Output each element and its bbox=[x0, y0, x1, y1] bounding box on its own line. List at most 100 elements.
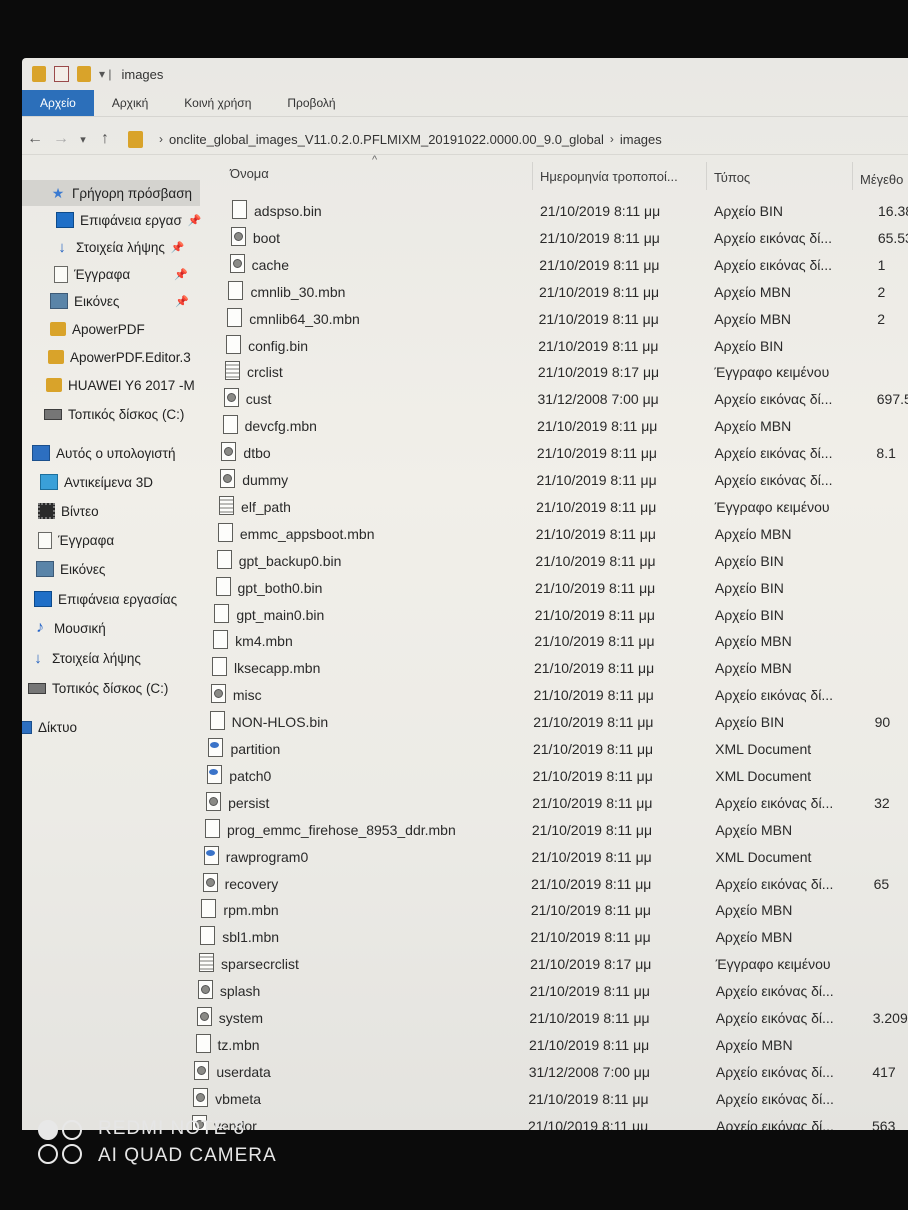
breadcrumb-parent[interactable]: onclite_global_images_V11.0.2.0.PFLMIXM_… bbox=[169, 132, 604, 147]
file-row[interactable]: cmnlib64_30.mbn 21/10/2019 8:11 μμ Αρχείο … bbox=[22, 307, 908, 332]
file-date: 21/10/2019 8:11 μμ bbox=[534, 633, 655, 650]
breadcrumb-current[interactable]: images bbox=[620, 132, 662, 147]
sort-ascending-icon: ^ bbox=[372, 154, 378, 166]
file-date: 21/10/2019 8:11 μμ bbox=[537, 418, 658, 435]
file-name: vbmeta bbox=[215, 1090, 262, 1107]
file-row[interactable]: rawprogram0 21/10/2019 8:11 μμ XML Documen… bbox=[22, 845, 908, 870]
disk-image-icon bbox=[196, 1007, 212, 1026]
file-type: Αρχείο εικόνας δί... bbox=[715, 1063, 834, 1080]
xml-file-icon bbox=[208, 738, 224, 757]
column-header-size[interactable]: Μέγεθο bbox=[860, 172, 903, 187]
file-row[interactable]: lksecapp.mbn 21/10/2019 8:11 μμ Αρχείο MBN bbox=[22, 657, 908, 681]
xml-file-icon bbox=[203, 845, 219, 865]
file-date: 21/10/2019 8:11 μμ bbox=[533, 714, 654, 731]
file-type: Έγγραφο κειμένου bbox=[714, 498, 830, 515]
file-row[interactable]: misc 21/10/2019 8:11 μμ Αρχείο εικόνας δί.… bbox=[22, 684, 908, 708]
text-file-icon bbox=[199, 953, 215, 973]
explorer-window: ▾ | images Αρχείο Αρχική Κοινή χρήση Προ… bbox=[22, 58, 908, 1130]
file-date: 21/10/2019 8:11 μμ bbox=[529, 1036, 650, 1053]
file-name: lksecapp.mbn bbox=[234, 660, 321, 677]
file-row[interactable]: cache 21/10/2019 8:11 μμ Αρχείο εικόνας δί… bbox=[22, 253, 908, 278]
tab-home[interactable]: Αρχική bbox=[94, 90, 166, 116]
file-row[interactable]: vbmeta 21/10/2019 8:11 μμ Αρχείο εικόνας δ… bbox=[22, 1087, 908, 1112]
xml-file-icon bbox=[207, 764, 223, 784]
file-row[interactable]: config.bin 21/10/2019 8:11 μμ Αρχείο BIN bbox=[22, 334, 908, 359]
file-row[interactable]: persist 21/10/2019 8:11 μμ Αρχείο εικόνας … bbox=[22, 791, 908, 816]
file-row[interactable]: splash 21/10/2019 8:11 μμ Αρχείο εικόνας δ… bbox=[22, 980, 908, 1004]
file-row[interactable]: NON-HLOS.bin 21/10/2019 8:11 μμ Αρχείο BIN… bbox=[22, 711, 908, 735]
file-size: 563 bbox=[872, 1117, 896, 1130]
file-date: 21/10/2019 8:11 μμ bbox=[538, 310, 659, 327]
tab-share[interactable]: Κοινή χρήση bbox=[166, 90, 269, 116]
properties-icon[interactable] bbox=[54, 66, 69, 82]
file-row[interactable]: elf_path 21/10/2019 8:11 μμ Έγγραφο κειμέν… bbox=[22, 495, 908, 520]
file-icon bbox=[217, 522, 233, 542]
disk-image-icon bbox=[197, 980, 213, 1000]
tab-view[interactable]: Προβολή bbox=[269, 90, 353, 116]
recent-locations-chevron-icon[interactable]: ▾ bbox=[74, 133, 92, 146]
file-type: Αρχείο MBN bbox=[715, 1036, 793, 1053]
file-row[interactable]: boot 21/10/2019 8:11 μμ Αρχείο εικόνας δί.… bbox=[22, 226, 908, 251]
forward-arrow-icon[interactable]: → bbox=[48, 130, 74, 148]
file-date: 21/10/2019 8:11 μμ bbox=[532, 767, 653, 784]
file-row[interactable]: patch0 21/10/2019 8:11 μμ XML Document bbox=[22, 764, 908, 789]
file-size: 32 bbox=[874, 794, 890, 811]
file-type: Αρχείο εικόνας δί... bbox=[714, 256, 833, 273]
tab-file[interactable]: Αρχείο bbox=[22, 90, 94, 116]
file-row[interactable]: dtbo 21/10/2019 8:11 μμ Αρχείο εικόνας δί.… bbox=[22, 442, 908, 466]
file-row[interactable]: gpt_main0.bin 21/10/2019 8:11 μμ Αρχείο BI… bbox=[22, 603, 908, 628]
file-row[interactable]: tz.mbn 21/10/2019 8:11 μμ Αρχείο MBN bbox=[22, 1033, 908, 1058]
chevron-right-icon[interactable]: › bbox=[159, 132, 163, 146]
file-row[interactable]: gpt_backup0.bin 21/10/2019 8:11 μμ Αρχείο … bbox=[22, 549, 908, 574]
file-row[interactable]: cmnlib_30.mbn 21/10/2019 8:11 μμ Αρχείο MB… bbox=[22, 280, 908, 305]
disk-image-icon bbox=[223, 388, 239, 408]
file-row[interactable]: devcfg.mbn 21/10/2019 8:11 μμ Αρχείο MBN bbox=[22, 415, 908, 439]
file-row[interactable]: cust 31/12/2008 7:00 μμ Αρχείο εικόνας δί.… bbox=[22, 388, 908, 412]
file-date: 21/10/2019 8:11 μμ bbox=[534, 660, 655, 677]
file-row[interactable]: system 21/10/2019 8:11 μμ Αρχείο εικόνας δ… bbox=[22, 1007, 908, 1031]
file-row[interactable]: dummy 21/10/2019 8:11 μμ Αρχείο εικόνας δί… bbox=[22, 469, 908, 493]
folder-icon[interactable] bbox=[32, 66, 46, 82]
file-row[interactable]: gpt_both0.bin 21/10/2019 8:11 μμ Αρχείο BI… bbox=[22, 576, 908, 601]
file-name: cmnlib64_30.mbn bbox=[249, 310, 360, 327]
column-divider[interactable] bbox=[532, 162, 533, 190]
file-row[interactable]: km4.mbn 21/10/2019 8:11 μμ Αρχείο MBN bbox=[22, 630, 908, 654]
customize-quick-access-icon[interactable]: ▾ | bbox=[99, 67, 111, 81]
file-type: Αρχείο εικόνας δί... bbox=[714, 445, 833, 462]
file-row[interactable]: sbl1.mbn 21/10/2019 8:11 μμ Αρχείο MBN bbox=[22, 926, 908, 950]
file-date: 21/10/2019 8:11 μμ bbox=[539, 229, 660, 246]
file-date: 21/10/2019 8:11 μμ bbox=[532, 794, 653, 811]
disk-image-icon bbox=[193, 1087, 209, 1107]
file-type: Αρχείο εικόνας δί... bbox=[714, 229, 832, 246]
file-date: 21/10/2019 8:17 μμ bbox=[537, 364, 660, 381]
file-row[interactable]: rpm.mbn 21/10/2019 8:11 μμ Αρχείο MBN bbox=[22, 899, 908, 923]
file-row[interactable]: partition 21/10/2019 8:11 μμ XML Document bbox=[22, 738, 908, 762]
disk-image-icon bbox=[220, 469, 236, 488]
file-name: tz.mbn bbox=[217, 1036, 260, 1053]
column-divider[interactable] bbox=[852, 162, 853, 190]
new-folder-icon[interactable] bbox=[77, 66, 91, 82]
file-date: 21/10/2019 8:11 μμ bbox=[531, 821, 653, 838]
file-size: 417 bbox=[872, 1063, 896, 1080]
file-row[interactable]: crclist 21/10/2019 8:17 μμ Έγγραφο κειμένο… bbox=[22, 361, 908, 385]
file-row[interactable]: adspso.bin 21/10/2019 8:11 μμ Αρχείο BIN 16… bbox=[22, 200, 908, 224]
file-row[interactable]: prog_emmc_firehose_8953_ddr.mbn 21/10/201… bbox=[22, 818, 908, 843]
file-row[interactable]: sparsecrclist 21/10/2019 8:17 μμ Έγγραφο κ… bbox=[22, 953, 908, 977]
column-header-type[interactable]: Τύπος bbox=[714, 170, 750, 185]
file-icon bbox=[222, 415, 238, 435]
file-row[interactable]: emmc_appsboot.mbn 21/10/2019 8:11 μμ Αρχεί… bbox=[22, 522, 908, 547]
file-row[interactable]: recovery 21/10/2019 8:11 μμ Αρχείο εικόνας… bbox=[22, 872, 908, 897]
file-type: Αρχείο MBN bbox=[715, 902, 793, 919]
file-date: 21/10/2019 8:11 μμ bbox=[540, 203, 661, 219]
back-arrow-icon[interactable]: ← bbox=[22, 130, 48, 148]
column-header-date[interactable]: Ημερομηνία τροποποί... bbox=[540, 169, 678, 184]
chevron-right-icon[interactable]: › bbox=[610, 132, 614, 146]
file-row[interactable]: userdata 31/12/2008 7:00 μμ Αρχείο εικόνας… bbox=[22, 1060, 908, 1085]
file-date: 21/10/2019 8:11 μμ bbox=[529, 983, 650, 1000]
column-divider[interactable] bbox=[706, 162, 707, 190]
up-arrow-icon[interactable]: ↑ bbox=[92, 130, 118, 148]
column-header-name[interactable]: Όνομα bbox=[230, 166, 269, 181]
file-type: Αρχείο BIN bbox=[714, 337, 784, 354]
file-type: Αρχείο εικόνας δί... bbox=[715, 1010, 834, 1026]
file-date: 21/10/2019 8:11 μμ bbox=[539, 256, 660, 273]
